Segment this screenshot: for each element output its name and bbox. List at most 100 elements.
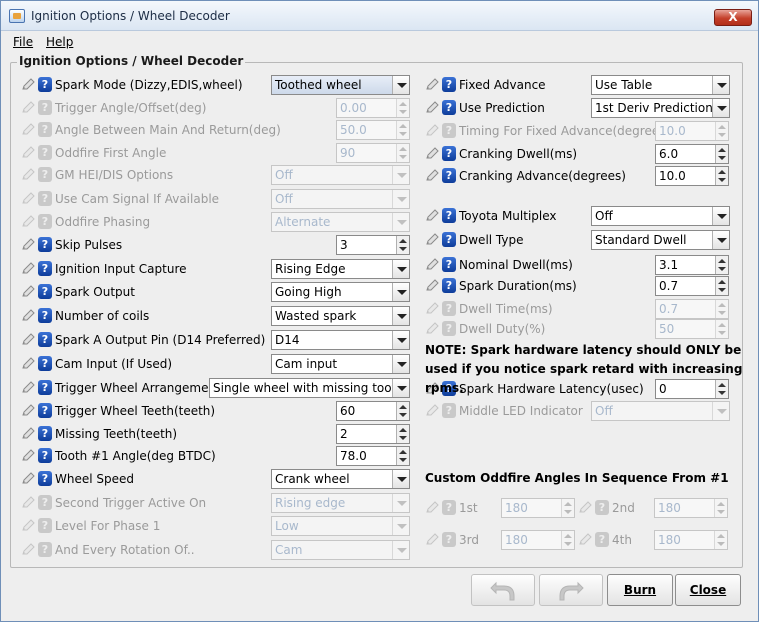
edit-pencil-icon[interactable] xyxy=(425,169,439,182)
help-icon[interactable]: ? xyxy=(442,257,456,272)
edit-pencil-icon xyxy=(578,533,592,546)
arrow-down-icon xyxy=(399,458,407,462)
oddfire-angle-1-spinner: 180 xyxy=(501,498,575,518)
nominal-dwell-ms-spinner[interactable]: 3.1 xyxy=(655,255,729,275)
spinner-buttons[interactable] xyxy=(396,402,409,420)
timing-for-fixed-advance-degrees-value: 10.0 xyxy=(659,124,686,138)
help-icon[interactable]: ? xyxy=(38,77,52,92)
chevron-down-icon[interactable] xyxy=(392,307,409,325)
chevron-down-icon xyxy=(712,402,729,420)
close-button[interactable]: Close xyxy=(675,574,741,606)
middle-led-indicator-label: Middle LED Indicator xyxy=(459,404,583,418)
help-icon[interactable]: ? xyxy=(38,308,52,323)
spinner-buttons xyxy=(561,499,574,517)
toyota-multiplex-dropdown[interactable]: Off xyxy=(591,206,730,226)
edit-pencil-icon[interactable] xyxy=(21,262,35,275)
number-of-coils-dropdown[interactable]: Wasted spark xyxy=(271,306,410,326)
spinner-buttons[interactable] xyxy=(715,145,728,163)
menu-help[interactable]: Help xyxy=(46,35,73,49)
trigger-wheel-teeth-teeth-spinner[interactable]: 60 xyxy=(336,401,410,421)
help-icon[interactable]: ? xyxy=(442,208,456,223)
edit-pencil-icon[interactable] xyxy=(21,309,35,322)
missing-teeth-teeth-spinner[interactable]: 2 xyxy=(336,424,410,444)
edit-pencil-icon[interactable] xyxy=(21,238,35,251)
edit-pencil-icon[interactable] xyxy=(425,209,439,222)
spinner-buttons[interactable] xyxy=(715,277,728,295)
spinner-buttons[interactable] xyxy=(715,256,728,274)
fixed-advance-dropdown[interactable]: Use Table xyxy=(591,75,730,95)
wheel-speed-dropdown[interactable]: Crank wheel xyxy=(271,469,410,489)
help-icon[interactable]: ? xyxy=(38,284,52,299)
edit-pencil-icon[interactable] xyxy=(425,258,439,271)
help-icon[interactable]: ? xyxy=(442,278,456,293)
help-icon[interactable]: ? xyxy=(38,356,52,371)
edit-pencil-icon[interactable] xyxy=(425,101,439,114)
use-prediction-dropdown[interactable]: 1st Deriv Prediction xyxy=(591,98,730,118)
help-icon[interactable]: ? xyxy=(442,100,456,115)
chevron-down-icon[interactable] xyxy=(712,76,729,94)
help-icon[interactable]: ? xyxy=(38,403,52,418)
dwell-type-dropdown[interactable]: Standard Dwell xyxy=(591,230,730,250)
burn-button[interactable]: Burn xyxy=(607,574,673,606)
edit-pencil-icon[interactable] xyxy=(21,449,35,462)
chevron-down-icon[interactable] xyxy=(392,283,409,301)
edit-pencil-icon[interactable] xyxy=(21,285,35,298)
edit-pencil-icon[interactable] xyxy=(425,78,439,91)
trigger-wheel-arrangement-dropdown[interactable]: Single wheel with missing tooth xyxy=(209,378,410,398)
and-every-rotation-of-label: And Every Rotation Of.. xyxy=(55,543,195,557)
edit-pencil-icon[interactable] xyxy=(21,78,35,91)
help-icon[interactable]: ? xyxy=(38,380,52,395)
help-icon[interactable]: ? xyxy=(38,426,52,441)
edit-pencil-icon[interactable] xyxy=(21,333,35,346)
missing-teeth-teeth-label: Missing Teeth(teeth) xyxy=(55,427,178,441)
help-icon[interactable]: ? xyxy=(38,237,52,252)
help-icon[interactable]: ? xyxy=(38,261,52,276)
chevron-down-icon[interactable] xyxy=(712,99,729,117)
help-icon[interactable]: ? xyxy=(38,448,52,463)
undo-button[interactable] xyxy=(471,574,535,606)
edit-pencil-icon[interactable] xyxy=(21,472,35,485)
chevron-down-icon[interactable] xyxy=(392,331,409,349)
help-icon[interactable]: ? xyxy=(442,77,456,92)
ignition-input-capture-dropdown[interactable]: Rising Edge xyxy=(271,259,410,279)
spark-duration-ms-spinner[interactable]: 0.7 xyxy=(655,276,729,296)
edit-pencil-icon[interactable] xyxy=(425,279,439,292)
edit-pencil-icon[interactable] xyxy=(21,357,35,370)
edit-pencil-icon[interactable] xyxy=(21,381,35,394)
chevron-down-icon[interactable] xyxy=(392,470,409,488)
help-icon[interactable]: ? xyxy=(38,332,52,347)
cam-input-if-used-dropdown[interactable]: Cam input xyxy=(271,354,410,374)
dwell-duty-label: Dwell Duty(%) xyxy=(459,322,546,336)
cranking-advance-degrees-spinner[interactable]: 10.0 xyxy=(655,166,729,186)
help-icon[interactable]: ? xyxy=(38,471,52,486)
tooth-1-angle-deg-btdc-spinner[interactable]: 78.0 xyxy=(336,446,410,466)
help-icon[interactable]: ? xyxy=(442,232,456,247)
spark-mode-dizzy-edis-wheel-dropdown[interactable]: Toothed wheel xyxy=(271,75,410,95)
chevron-down-icon[interactable] xyxy=(392,260,409,278)
spinner-buttons[interactable] xyxy=(396,447,409,465)
dwell-duty-spinner: 50 xyxy=(655,319,729,339)
edit-pencil-icon[interactable] xyxy=(425,233,439,246)
ignition-input-capture-label: Ignition Input Capture xyxy=(55,262,187,276)
chevron-down-icon[interactable] xyxy=(392,355,409,373)
redo-button[interactable] xyxy=(539,574,603,606)
window-close-button[interactable]: X xyxy=(714,9,752,26)
chevron-down-icon[interactable] xyxy=(712,231,729,249)
spinner-buttons[interactable] xyxy=(396,236,409,254)
spinner-buttons[interactable] xyxy=(715,167,728,185)
edit-pencil-icon[interactable] xyxy=(21,427,35,440)
spinner-buttons[interactable] xyxy=(396,425,409,443)
edit-pencil-icon[interactable] xyxy=(21,404,35,417)
skip-pulses-spinner[interactable]: 3 xyxy=(336,235,410,255)
chevron-down-icon[interactable] xyxy=(712,207,729,225)
cranking-dwell-ms-spinner[interactable]: 6.0 xyxy=(655,144,729,164)
help-icon[interactable]: ? xyxy=(442,146,456,161)
help-icon[interactable]: ? xyxy=(442,168,456,183)
chevron-down-icon[interactable] xyxy=(392,379,409,397)
help-icon: ? xyxy=(595,532,609,547)
menu-file[interactable]: File xyxy=(13,35,33,49)
spark-a-output-pin-d14-preferred-dropdown[interactable]: D14 xyxy=(271,330,410,350)
edit-pencil-icon[interactable] xyxy=(425,147,439,160)
spark-output-dropdown[interactable]: Going High xyxy=(271,282,410,302)
chevron-down-icon[interactable] xyxy=(392,76,409,94)
